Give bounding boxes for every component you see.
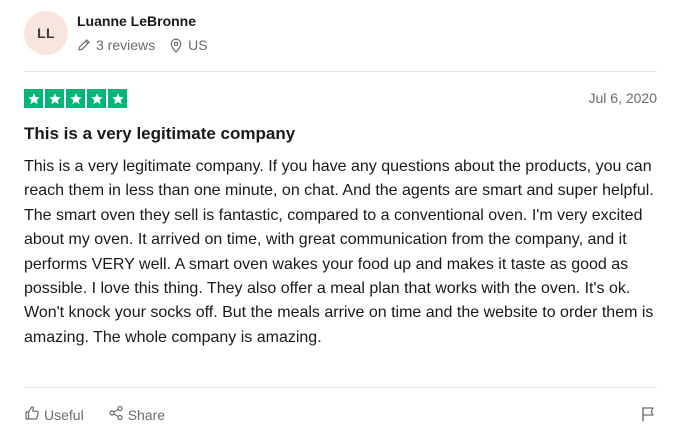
star-icon xyxy=(66,89,85,108)
country-label: US xyxy=(188,37,208,53)
location-pin-icon xyxy=(169,38,183,53)
reviewer-meta: 3 reviews US xyxy=(77,37,208,53)
star-icon xyxy=(87,89,106,108)
avatar[interactable]: LL xyxy=(24,11,68,55)
useful-button[interactable]: Useful xyxy=(24,405,84,424)
useful-label: Useful xyxy=(44,406,84,423)
star-icon xyxy=(45,89,64,108)
pencil-icon xyxy=(77,38,91,52)
review-date: Jul 6, 2020 xyxy=(588,90,658,106)
review-count-label: 3 reviews xyxy=(96,37,156,53)
star-icon xyxy=(108,89,127,108)
divider xyxy=(24,387,657,388)
thumbs-up-icon xyxy=(24,405,44,424)
star-rating xyxy=(24,89,129,108)
share-label: Share xyxy=(127,406,166,423)
share-button[interactable]: Share xyxy=(108,405,165,424)
reviewer-location: US xyxy=(169,37,208,53)
review-count: 3 reviews xyxy=(77,37,155,53)
divider xyxy=(24,71,657,72)
review-title[interactable]: This is a very legitimate company xyxy=(24,124,295,144)
reviewer-name[interactable]: Luanne LeBronne xyxy=(77,13,196,29)
review-body: This is a very legitimate company. If yo… xyxy=(24,158,654,346)
report-button[interactable] xyxy=(641,406,655,427)
flag-icon xyxy=(641,407,655,426)
share-icon xyxy=(108,405,128,424)
star-icon xyxy=(24,89,43,108)
review-actions: Useful Share xyxy=(24,405,165,424)
